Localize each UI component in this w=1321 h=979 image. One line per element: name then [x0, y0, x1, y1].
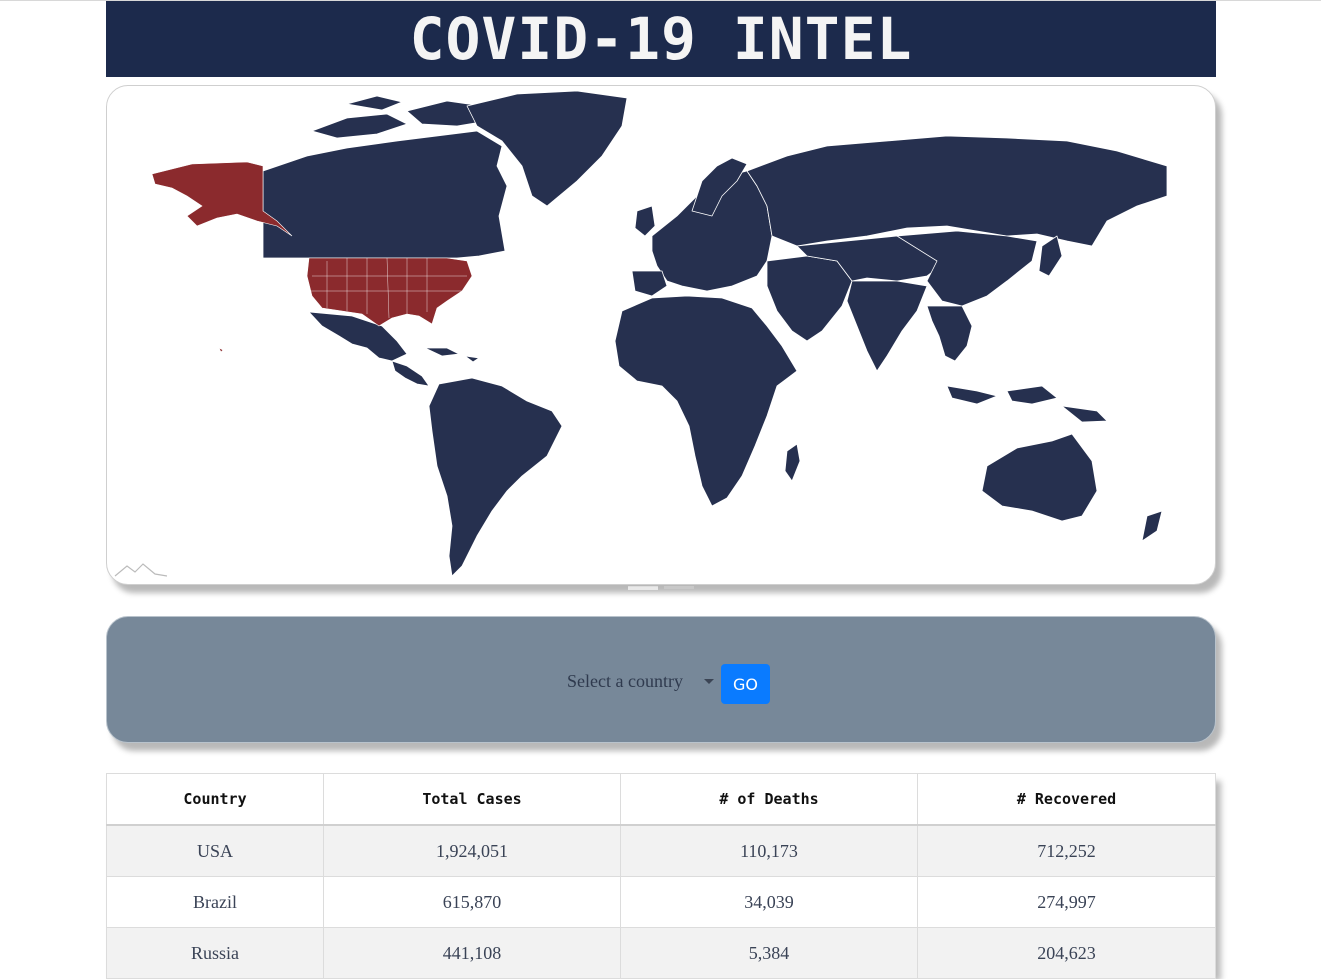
map-iberia	[631, 270, 668, 297]
cell-deaths: 110,173	[620, 824, 918, 877]
map-country-canada	[262, 130, 508, 259]
chevron-down-icon	[704, 679, 714, 684]
country-select-placeholder: Select a country	[567, 670, 683, 691]
column-header-recovered[interactable]: # Recovered	[917, 773, 1216, 826]
go-button[interactable]: GO	[721, 664, 770, 704]
map-south-america	[428, 377, 563, 577]
cell-deaths: 5,384	[620, 927, 918, 979]
map-usa-hawaii	[218, 347, 224, 353]
page-header: COVID-19 INTEL	[106, 1, 1216, 77]
map-central-america	[391, 360, 430, 387]
table-row[interactable]: Russia 441,108 5,384 204,623	[106, 927, 1216, 979]
map-watermark-icon	[114, 563, 168, 577]
cell-recovered: 204,623	[917, 927, 1216, 979]
table-row[interactable]: USA 1,924,051 110,173 712,252	[106, 824, 1216, 877]
column-header-deaths[interactable]: # of Deaths	[620, 773, 918, 826]
country-selector-panel: Select a country GO	[106, 616, 1216, 743]
carousel-indicators	[628, 586, 694, 590]
world-map[interactable]	[107, 86, 1215, 584]
map-madagascar	[784, 443, 801, 482]
map-southeast-asia	[926, 305, 973, 362]
column-header-total-cases[interactable]: Total Cases	[323, 773, 621, 826]
map-arctic-islands	[311, 95, 488, 139]
map-uk	[634, 205, 656, 237]
map-country-mexico	[308, 311, 408, 362]
table-header-row: Country Total Cases # of Deaths # Recove…	[106, 773, 1216, 826]
cell-country: Russia	[106, 927, 324, 979]
covid-stats-table: Country Total Cases # of Deaths # Recove…	[106, 773, 1216, 979]
map-new-zealand	[1141, 510, 1163, 542]
map-middle-east	[766, 255, 853, 342]
cell-recovered: 712,252	[917, 824, 1216, 877]
cell-deaths: 34,039	[620, 876, 918, 928]
cell-country: Brazil	[106, 876, 324, 928]
page-title: COVID-19 INTEL	[409, 5, 913, 73]
cell-total-cases: 615,870	[323, 876, 621, 928]
map-country-japan	[1038, 235, 1063, 277]
column-header-country[interactable]: Country	[106, 773, 324, 826]
map-country-india	[846, 280, 928, 372]
carousel-dot-1[interactable]	[628, 586, 658, 590]
cell-recovered: 274,997	[917, 876, 1216, 928]
cell-country: USA	[106, 824, 324, 877]
carousel-dot-2[interactable]	[664, 586, 694, 589]
country-select[interactable]: Select a country	[567, 665, 717, 697]
table-row[interactable]: Brazil 615,870 34,039 274,997	[106, 876, 1216, 928]
map-country-russia	[746, 135, 1168, 247]
covid-stats-table-container: Country Total Cases # of Deaths # Recove…	[106, 773, 1216, 979]
cell-total-cases: 1,924,051	[323, 824, 621, 877]
cell-total-cases: 441,108	[323, 927, 621, 979]
map-africa	[614, 295, 798, 507]
map-caribbean	[424, 347, 480, 363]
map-indonesia	[946, 385, 1108, 423]
map-australia	[981, 433, 1098, 522]
world-map-card[interactable]	[106, 85, 1216, 585]
